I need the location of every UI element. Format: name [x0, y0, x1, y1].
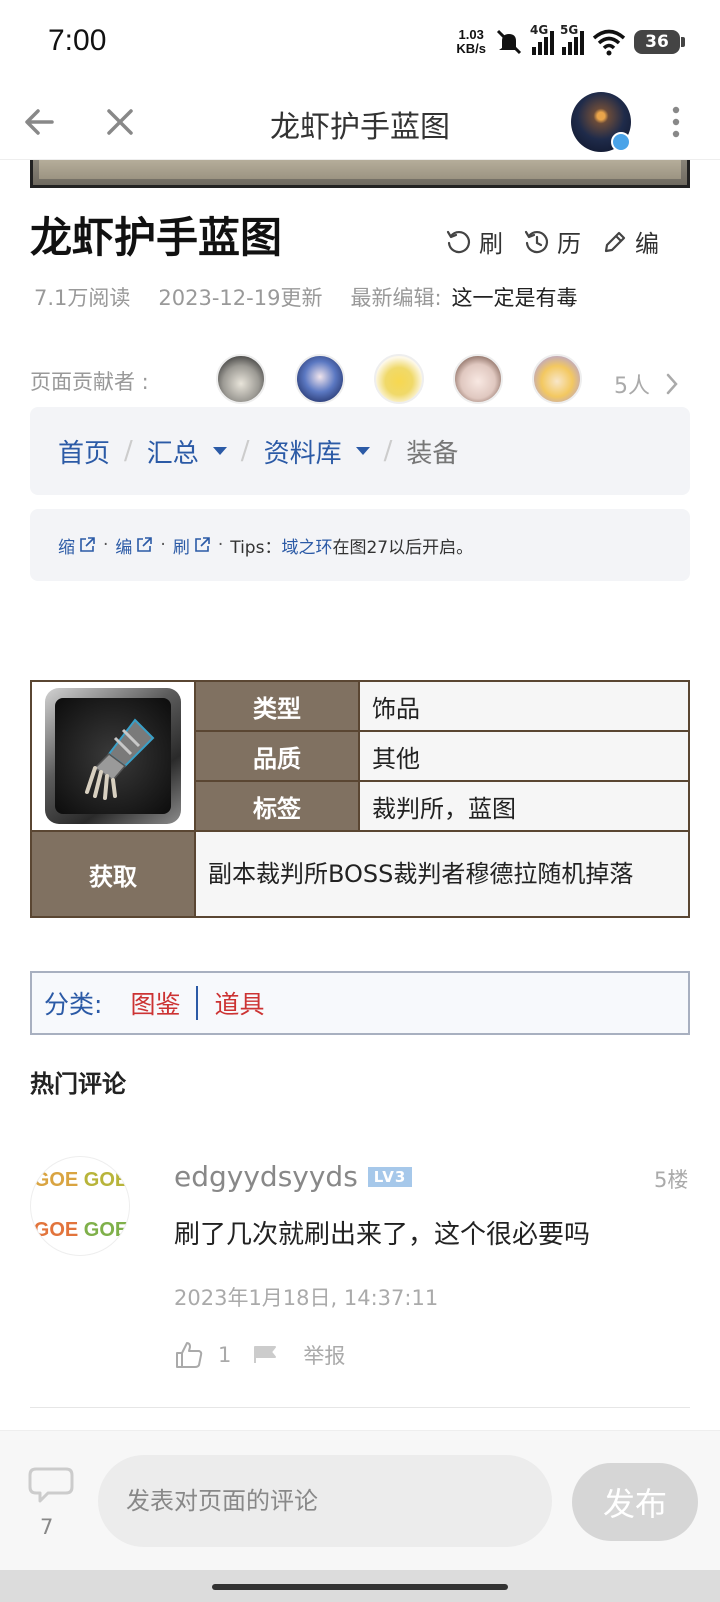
- infobox-value-tags: 裁判所，蓝图: [358, 780, 690, 832]
- caret-down-icon: [355, 447, 370, 455]
- header-banner-image: [30, 160, 690, 188]
- tips-link[interactable]: 域之环: [281, 533, 332, 558]
- commenter-avatar[interactable]: GOE GOE GOE GOE: [30, 1156, 130, 1256]
- item-infobox: 类型 饰品 品质 其他 标签 裁判所，蓝图 获取 副本裁判所BOSS裁判者穆德拉…: [30, 680, 690, 918]
- contributor-avatar[interactable]: [532, 354, 582, 404]
- comment-count: 7: [40, 1515, 54, 1539]
- breadcrumb-separator: /: [240, 436, 250, 466]
- tips-prefix: Tips：: [230, 537, 282, 558]
- last-editor-label: 最新编辑:: [350, 286, 442, 310]
- infobox-label-obtain: 获取: [30, 830, 196, 918]
- contributor-avatar[interactable]: [216, 354, 266, 404]
- comment-input-bar: 7 发布: [0, 1430, 720, 1570]
- comment-bubble-icon[interactable]: [28, 1465, 74, 1505]
- like-count: 1: [218, 1343, 232, 1367]
- home-indicator[interactable]: [0, 1570, 720, 1602]
- refresh-button[interactable]: 刷: [445, 224, 503, 259]
- item-image-cell: [30, 680, 196, 832]
- edit-link[interactable]: 编: [115, 533, 153, 558]
- report-button[interactable]: 举报: [303, 1340, 345, 1370]
- external-link-icon: [195, 537, 210, 552]
- network-speed: 1.03 KB/s: [456, 27, 486, 56]
- status-bar: 7:00 1.03 KB/s 4G 5G 36: [0, 0, 720, 84]
- title-actions: 刷 历 编: [445, 224, 659, 259]
- page-title: 龙虾护手蓝图: [30, 213, 283, 262]
- category-separator: [196, 986, 199, 1020]
- contributor-count[interactable]: 5人: [614, 368, 650, 400]
- breadcrumb-summary[interactable]: 汇总: [147, 433, 227, 470]
- caret-down-icon: [212, 447, 227, 455]
- avatar-badge-icon: [611, 132, 631, 152]
- read-count: 7.1万阅读: [34, 286, 131, 310]
- signal-5g-icon: 5G: [560, 23, 584, 55]
- refresh-link[interactable]: 刷: [173, 533, 211, 558]
- external-link-icon: [137, 537, 153, 552]
- refresh-icon: [446, 230, 471, 253]
- item-image[interactable]: [45, 688, 181, 824]
- infobox-value-quality: 其他: [358, 730, 690, 782]
- gauntlet-icon: [85, 718, 155, 800]
- more-vertical-icon[interactable]: [664, 104, 688, 140]
- publish-button[interactable]: 发布: [572, 1463, 698, 1541]
- tools-bar: 缩 · 编 · 刷 · Tips： 域之环 在图27以后开启。: [30, 509, 690, 581]
- history-icon: [524, 230, 549, 253]
- divider: [30, 1407, 690, 1408]
- edit-button[interactable]: 编: [601, 224, 659, 259]
- comment-time: 2023年1月18日, 14:37:11: [174, 1286, 439, 1310]
- comment-floor: 5楼: [654, 1168, 689, 1192]
- level-badge: LV3: [367, 1166, 413, 1187]
- infobox-value-obtain: 副本裁判所BOSS裁判者穆德拉随机掉落: [194, 830, 690, 918]
- tips-text: 在图27以后开启。: [332, 537, 474, 558]
- external-link-icon: [80, 537, 95, 552]
- comment-actions: 1 举报: [174, 1340, 345, 1370]
- infobox-value-type: 饰品: [358, 680, 690, 732]
- comment-text: 刷了几次就刷出来了，这个很必要吗: [174, 1220, 591, 1250]
- report-flag-icon[interactable]: [251, 1343, 281, 1367]
- pencil-icon: [604, 231, 626, 252]
- comment-input[interactable]: [98, 1455, 552, 1547]
- chevron-right-icon[interactable]: [664, 372, 680, 396]
- history-button[interactable]: 历: [523, 224, 581, 259]
- battery-indicator: 36: [634, 30, 685, 54]
- thumbs-up-icon[interactable]: [174, 1340, 204, 1370]
- commenter-name[interactable]: edgyydsyyds: [174, 1160, 358, 1193]
- contributor-avatar[interactable]: [374, 354, 424, 404]
- signal-4g-icon: 4G: [530, 23, 554, 55]
- breadcrumb-separator: /: [124, 436, 133, 466]
- breadcrumb-home[interactable]: 首页: [58, 433, 110, 470]
- hot-comments-title: 热门评论: [30, 1070, 126, 1098]
- commenter: edgyydsyyds LV3: [174, 1160, 413, 1193]
- category-link[interactable]: 道具: [214, 985, 264, 1021]
- status-time: 7:00: [48, 24, 107, 57]
- contributors-label: 页面贡献者 :: [30, 370, 149, 394]
- category-link[interactable]: 图鉴: [130, 985, 180, 1021]
- top-nav-bar: 龙虾护手蓝图: [0, 84, 720, 160]
- category-label: 分类:: [44, 990, 103, 1019]
- status-icons: 1.03 KB/s 4G 5G 36: [456, 23, 685, 60]
- collapse-link[interactable]: 缩: [58, 533, 96, 558]
- page-meta: 7.1万阅读 2023-12-19更新 最新编辑: 这一定是有毒: [34, 282, 578, 312]
- infobox-label-tags: 标签: [194, 780, 360, 832]
- mute-bell-icon: [496, 29, 522, 55]
- breadcrumb-database[interactable]: 资料库: [264, 433, 370, 470]
- breadcrumb-separator: /: [383, 436, 393, 466]
- last-editor-name[interactable]: 这一定是有毒: [452, 282, 578, 312]
- contributor-avatar[interactable]: [453, 354, 503, 404]
- breadcrumb: 首页 / 汇总 / 资料库 / 装备: [30, 407, 690, 495]
- infobox-label-type: 类型: [194, 680, 360, 732]
- breadcrumb-current: 装备: [406, 438, 459, 469]
- infobox-label-quality: 品质: [194, 730, 360, 782]
- wifi-icon: [592, 29, 626, 56]
- category-box: 分类: 图鉴 道具: [30, 971, 690, 1035]
- updated-date: 2023-12-19更新: [158, 286, 323, 310]
- contributor-avatar[interactable]: [295, 354, 345, 404]
